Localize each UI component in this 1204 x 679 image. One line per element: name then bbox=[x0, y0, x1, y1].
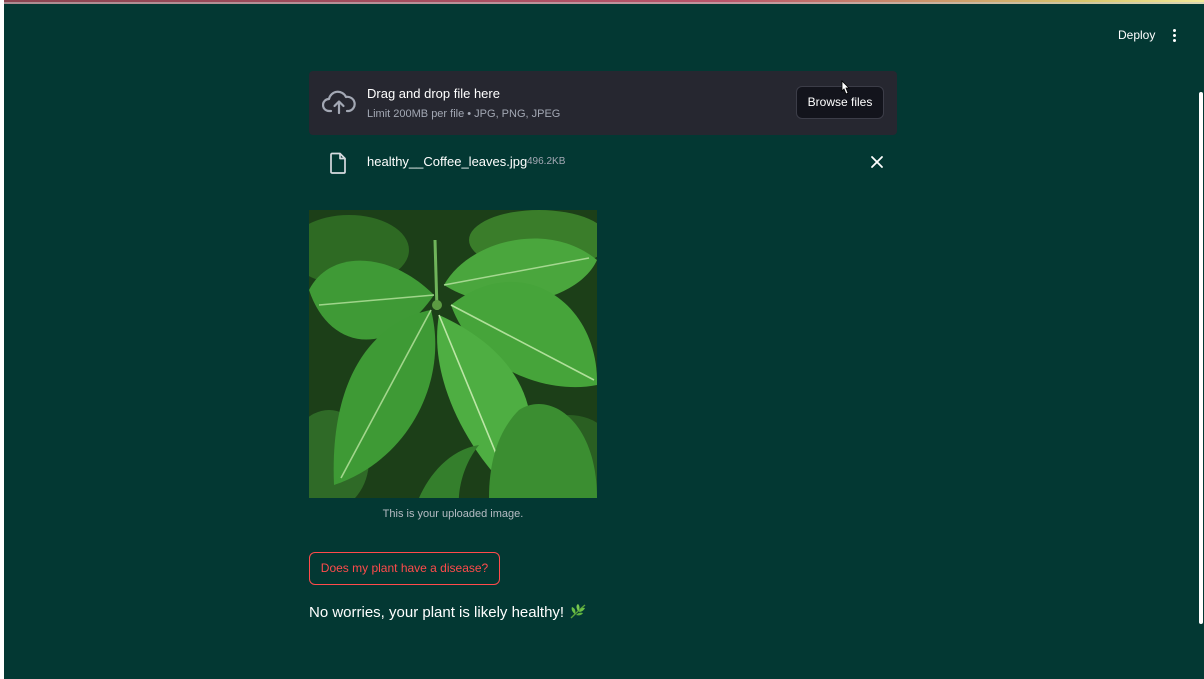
pointer-cursor-icon bbox=[841, 80, 850, 95]
file-icon bbox=[330, 152, 346, 174]
herb-icon bbox=[570, 604, 586, 619]
file-name: healthy__Coffee_leaves.jpg bbox=[367, 154, 528, 169]
result-message: No worries, your plant is likely healthy… bbox=[309, 603, 587, 621]
dropzone-limit-text: Limit 200MB per file • JPG, PNG, JPEG bbox=[367, 108, 561, 120]
coffee-leaves-image bbox=[309, 210, 597, 498]
uploaded-file-row: healthy__Coffee_leaves.jpg 496.2KB bbox=[309, 148, 897, 178]
close-icon[interactable] bbox=[869, 154, 885, 170]
result-text: No worries, your plant is likely healthy… bbox=[309, 604, 565, 621]
file-dropzone[interactable]: Drag and drop file here Limit 200MB per … bbox=[309, 71, 897, 135]
deploy-button[interactable]: Deploy bbox=[1112, 24, 1161, 46]
file-size: 496.2KB bbox=[527, 156, 566, 167]
cloud-upload-icon bbox=[322, 90, 356, 115]
streamlit-app: Deploy Drag and drop file here Limit 200… bbox=[4, 0, 1204, 679]
check-disease-button[interactable]: Does my plant have a disease? bbox=[309, 552, 500, 585]
kebab-menu-icon[interactable] bbox=[1167, 24, 1181, 46]
uploaded-image bbox=[309, 210, 597, 498]
scrollbar[interactable] bbox=[1199, 92, 1203, 624]
header-decoration-bar bbox=[4, 0, 1204, 4]
dropzone-title: Drag and drop file here bbox=[367, 86, 500, 101]
image-caption: This is your uploaded image. bbox=[382, 508, 524, 520]
